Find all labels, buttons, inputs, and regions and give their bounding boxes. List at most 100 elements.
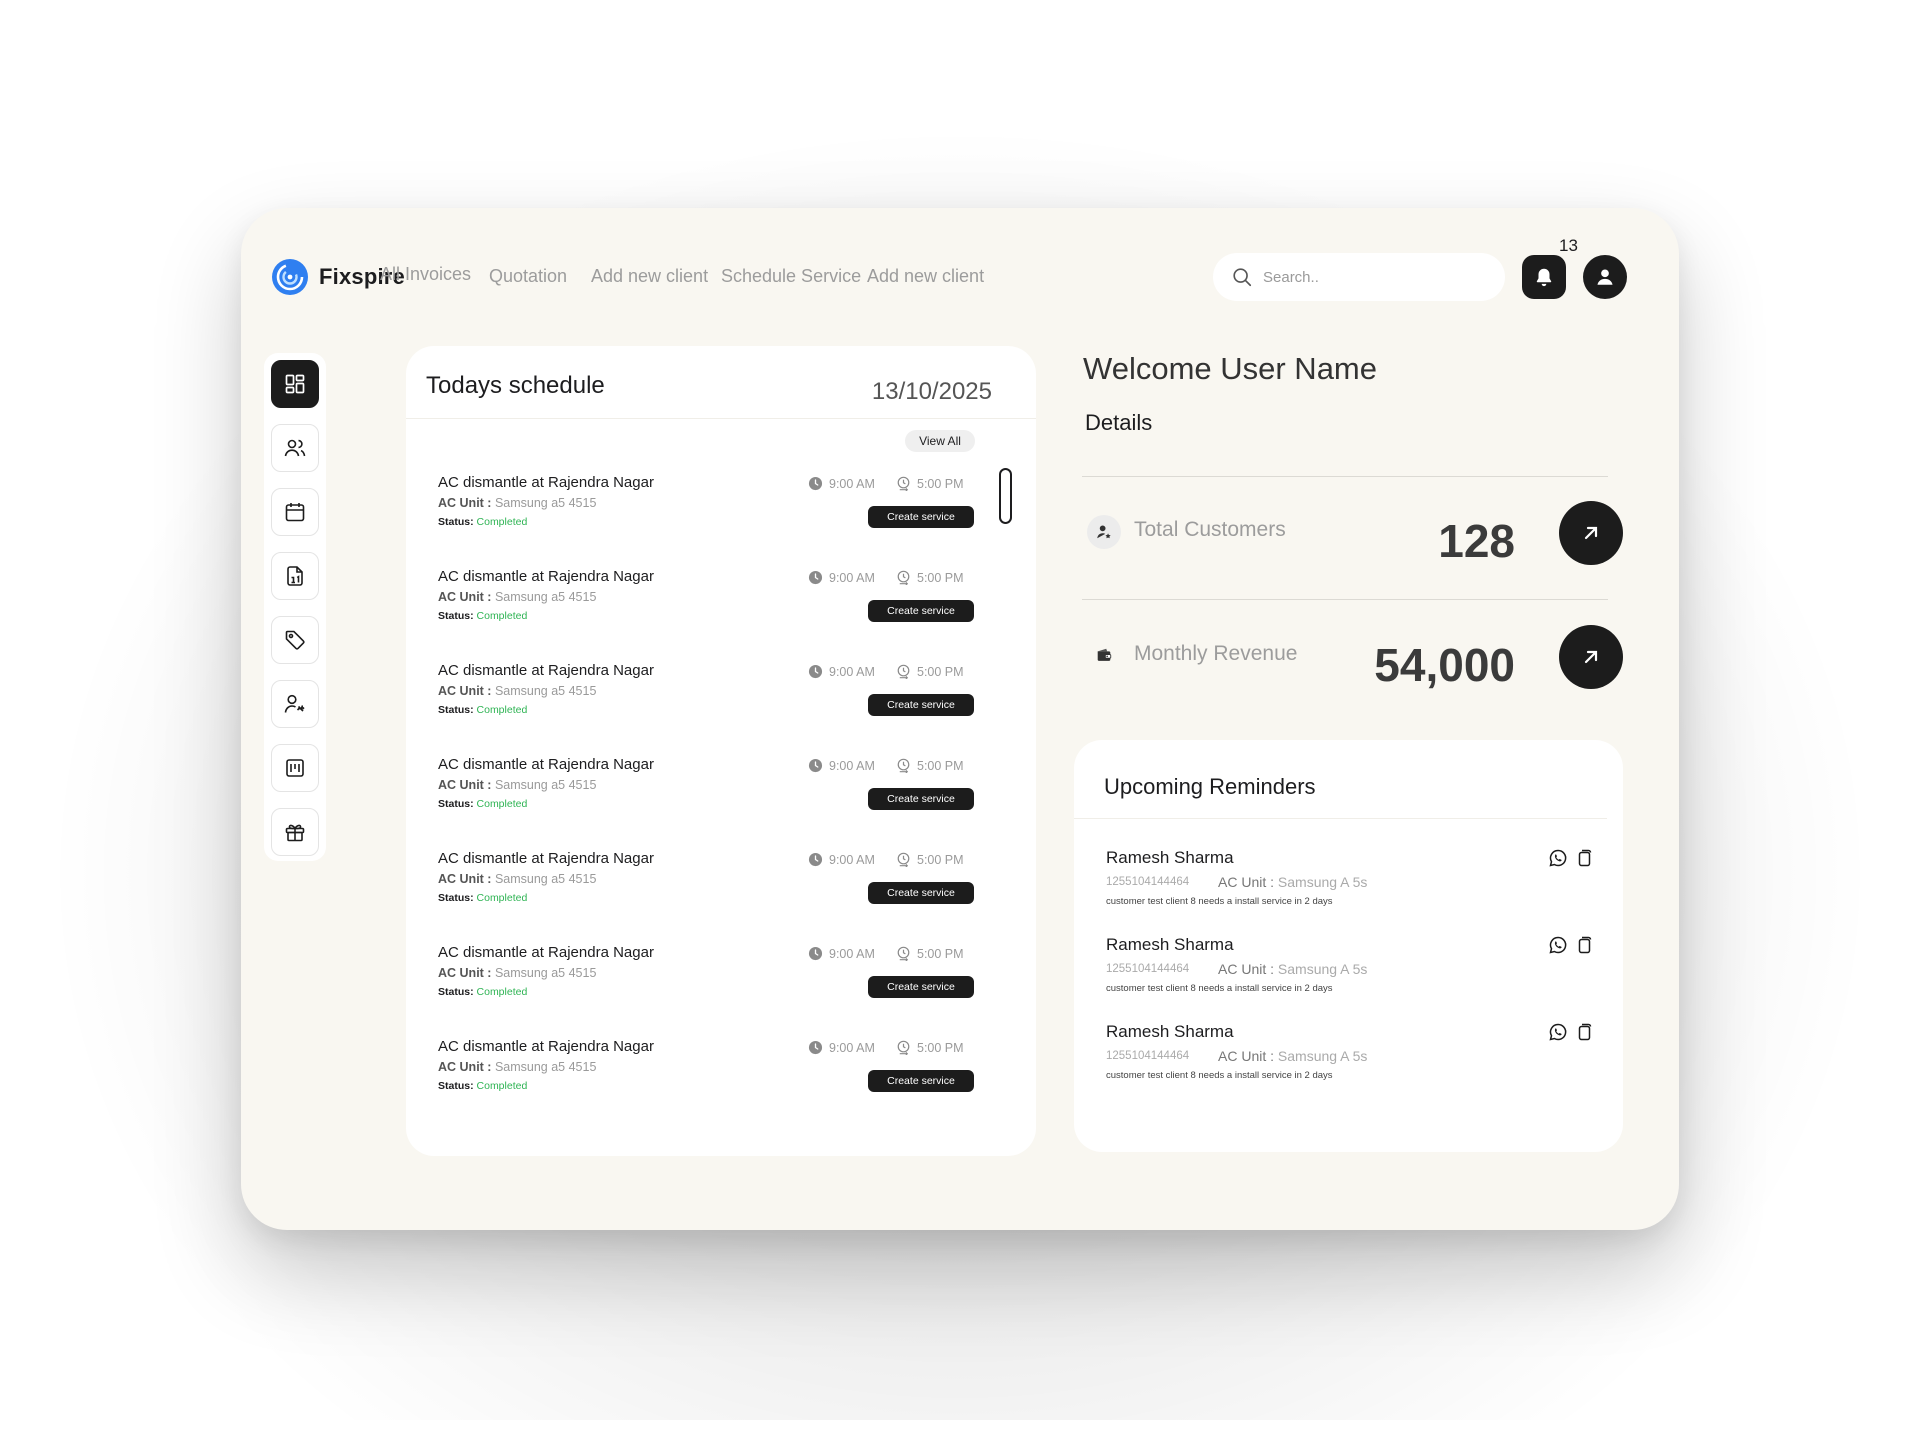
reminder-phone: 1255104144464 — [1106, 876, 1190, 888]
job-status: Status: Completed — [438, 892, 528, 904]
profile-button[interactable] — [1583, 255, 1627, 299]
clock-end-icon — [897, 946, 910, 961]
customer-icon — [1087, 515, 1121, 549]
reminder-name: Ramesh Sharma — [1106, 935, 1234, 954]
schedule-row[interactable]: AC dismantle at Rajendra Nagar AC Unit :… — [438, 1032, 978, 1126]
clock-icon — [808, 1040, 823, 1055]
job-status: Status: Completed — [438, 516, 528, 528]
scrollbar-thumb[interactable] — [999, 468, 1012, 524]
start-time: 9:00 AM — [808, 1040, 875, 1055]
schedule-date: 13/10/2025 — [871, 378, 992, 405]
job-title: AC dismantle at Rajendra Nagar — [438, 944, 654, 961]
reminder-phone: 1255104144464 — [1106, 963, 1190, 975]
divider — [406, 418, 1036, 419]
view-all-button[interactable]: View All — [905, 430, 975, 452]
whatsapp-icon[interactable] — [1548, 848, 1568, 868]
notification-count: 13 — [1559, 236, 1578, 255]
schedule-row[interactable]: AC dismantle at Rajendra Nagar AC Unit :… — [438, 750, 978, 844]
ac-unit: AC Unit : Samsung a5 4515 — [438, 872, 597, 886]
clock-end-icon — [897, 852, 910, 867]
copy-icon[interactable] — [1574, 935, 1594, 955]
technician-icon — [284, 694, 305, 713]
gift-icon — [285, 824, 305, 842]
start-time: 9:00 AM — [808, 664, 875, 679]
app-window: Fixspire All Invoices Quotation Add new … — [241, 208, 1679, 1230]
invoice-icon — [287, 566, 303, 586]
sidebar-item-customers[interactable] — [271, 424, 319, 472]
nav-add-new-client[interactable]: Add new client — [591, 266, 708, 287]
ac-unit: AC Unit : Samsung a5 4515 — [438, 966, 597, 980]
user-icon — [1597, 269, 1613, 285]
sidebar-item-calendar[interactable] — [271, 488, 319, 536]
job-title: AC dismantle at Rajendra Nagar — [438, 568, 654, 585]
nav-schedule-service[interactable]: Schedule Service — [721, 266, 861, 287]
clock-icon — [808, 570, 823, 585]
sidebar — [264, 353, 326, 861]
divider — [1074, 818, 1607, 819]
clock-end-icon — [897, 664, 910, 679]
job-status: Status: Completed — [438, 1080, 528, 1092]
schedule-row[interactable]: AC dismantle at Rajendra Nagar AC Unit :… — [438, 562, 978, 656]
create-service-button[interactable]: Create service — [868, 600, 974, 622]
sidebar-item-rewards[interactable] — [271, 808, 319, 856]
sidebar-item-board[interactable] — [271, 744, 319, 792]
reminder-item[interactable]: Ramesh Sharma 1255104144464 AC Unit : Sa… — [1106, 848, 1606, 935]
clock-icon — [808, 664, 823, 679]
copy-icon[interactable] — [1574, 1022, 1594, 1042]
clock-end-icon — [897, 1040, 910, 1055]
wallet-icon — [1087, 638, 1121, 672]
sidebar-item-invoices[interactable] — [271, 552, 319, 600]
reminder-actions — [1548, 848, 1594, 868]
notifications-button[interactable] — [1522, 255, 1566, 299]
nav-all-invoices[interactable]: All Invoices — [380, 264, 471, 285]
divider — [1082, 476, 1608, 477]
schedule-row[interactable]: AC dismantle at Rajendra Nagar AC Unit :… — [438, 656, 978, 750]
search-icon — [1233, 268, 1252, 287]
end-time: 5:00 PM — [896, 758, 964, 773]
schedule-row[interactable]: AC dismantle at Rajendra Nagar AC Unit :… — [438, 938, 978, 1032]
copy-icon[interactable] — [1574, 848, 1594, 868]
nav-quotation[interactable]: Quotation — [489, 266, 567, 287]
create-service-button[interactable]: Create service — [868, 506, 974, 528]
open-revenue-button[interactable] — [1559, 625, 1623, 689]
create-service-button[interactable]: Create service — [868, 976, 974, 998]
create-service-button[interactable]: Create service — [868, 1070, 974, 1092]
start-time: 9:00 AM — [808, 852, 875, 867]
board-icon — [286, 759, 304, 777]
start-time: 9:00 AM — [808, 570, 875, 585]
reminder-name: Ramesh Sharma — [1106, 1022, 1234, 1041]
whatsapp-icon[interactable] — [1548, 935, 1568, 955]
create-service-button[interactable]: Create service — [868, 788, 974, 810]
bell-icon — [1536, 268, 1552, 287]
search-input[interactable] — [1263, 268, 1483, 286]
reminder-actions — [1548, 935, 1594, 955]
clock-icon — [808, 946, 823, 961]
clock-end-icon — [897, 476, 910, 491]
create-service-button[interactable]: Create service — [868, 882, 974, 904]
reminder-note: customer test client 8 needs a install s… — [1106, 896, 1333, 907]
schedule-row[interactable]: AC dismantle at Rajendra Nagar AC Unit :… — [438, 468, 978, 562]
brand-mark-icon — [272, 259, 308, 295]
reminder-item[interactable]: Ramesh Sharma 1255104144464 AC Unit : Sa… — [1106, 935, 1606, 1022]
job-title: AC dismantle at Rajendra Nagar — [438, 756, 654, 773]
sidebar-item-tags[interactable] — [271, 616, 319, 664]
sidebar-item-technicians[interactable] — [271, 680, 319, 728]
create-service-button[interactable]: Create service — [868, 694, 974, 716]
ac-unit: AC Unit : Samsung a5 4515 — [438, 590, 597, 604]
whatsapp-icon[interactable] — [1548, 1022, 1568, 1042]
reminder-item[interactable]: Ramesh Sharma 1255104144464 AC Unit : Sa… — [1106, 1022, 1606, 1109]
sidebar-item-dashboard[interactable] — [271, 360, 319, 408]
reminders-list: Ramesh Sharma 1255104144464 AC Unit : Sa… — [1106, 848, 1606, 1109]
todays-schedule-card: Todays schedule 13/10/2025 View All AC d… — [406, 346, 1036, 1156]
reminder-note: customer test client 8 needs a install s… — [1106, 1070, 1333, 1081]
search-bar — [1213, 253, 1505, 301]
job-title: AC dismantle at Rajendra Nagar — [438, 474, 654, 491]
end-time: 5:00 PM — [896, 476, 964, 491]
nav-add-new-client-2[interactable]: Add new client — [867, 266, 984, 287]
arrow-up-right-icon — [1584, 650, 1598, 664]
open-customers-button[interactable] — [1559, 501, 1623, 565]
start-time: 9:00 AM — [808, 946, 875, 961]
schedule-row[interactable]: AC dismantle at Rajendra Nagar AC Unit :… — [438, 844, 978, 938]
reminder-name: Ramesh Sharma — [1106, 848, 1234, 867]
end-time: 5:00 PM — [896, 946, 964, 961]
